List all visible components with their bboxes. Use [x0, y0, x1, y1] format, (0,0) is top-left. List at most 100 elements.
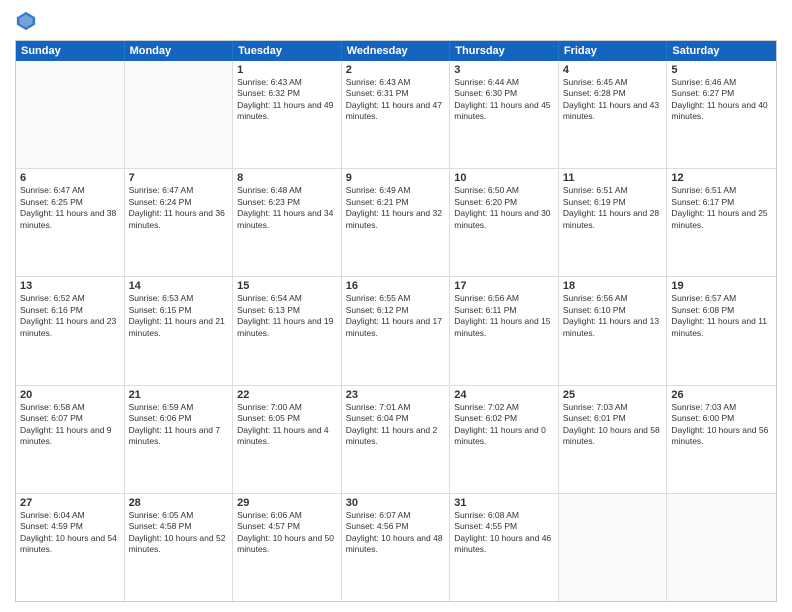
day-cell-14: 14Sunrise: 6:53 AM Sunset: 6:15 PM Dayli… — [125, 277, 234, 384]
day-info: Sunrise: 6:06 AM Sunset: 4:57 PM Dayligh… — [237, 510, 337, 556]
day-info: Sunrise: 6:04 AM Sunset: 4:59 PM Dayligh… — [20, 510, 120, 556]
day-info: Sunrise: 6:44 AM Sunset: 6:30 PM Dayligh… — [454, 77, 554, 123]
day-number: 3 — [454, 64, 554, 76]
calendar-row-4: 27Sunrise: 6:04 AM Sunset: 4:59 PM Dayli… — [16, 494, 776, 601]
day-info: Sunrise: 6:07 AM Sunset: 4:56 PM Dayligh… — [346, 510, 446, 556]
day-number: 6 — [20, 172, 120, 184]
day-info: Sunrise: 6:45 AM Sunset: 6:28 PM Dayligh… — [563, 77, 663, 123]
calendar-row-2: 13Sunrise: 6:52 AM Sunset: 6:16 PM Dayli… — [16, 277, 776, 385]
day-info: Sunrise: 6:52 AM Sunset: 6:16 PM Dayligh… — [20, 293, 120, 339]
day-info: Sunrise: 6:43 AM Sunset: 6:31 PM Dayligh… — [346, 77, 446, 123]
empty-cell — [667, 494, 776, 601]
day-info: Sunrise: 6:51 AM Sunset: 6:19 PM Dayligh… — [563, 185, 663, 231]
day-number: 17 — [454, 280, 554, 292]
day-number: 13 — [20, 280, 120, 292]
day-info: Sunrise: 6:43 AM Sunset: 6:32 PM Dayligh… — [237, 77, 337, 123]
day-cell-30: 30Sunrise: 6:07 AM Sunset: 4:56 PM Dayli… — [342, 494, 451, 601]
day-number: 15 — [237, 280, 337, 292]
day-cell-12: 12Sunrise: 6:51 AM Sunset: 6:17 PM Dayli… — [667, 169, 776, 276]
calendar-header: SundayMondayTuesdayWednesdayThursdayFrid… — [16, 41, 776, 61]
day-cell-24: 24Sunrise: 7:02 AM Sunset: 6:02 PM Dayli… — [450, 386, 559, 493]
day-cell-26: 26Sunrise: 7:03 AM Sunset: 6:00 PM Dayli… — [667, 386, 776, 493]
day-info: Sunrise: 6:57 AM Sunset: 6:08 PM Dayligh… — [671, 293, 772, 339]
header-day-friday: Friday — [559, 41, 668, 61]
day-number: 31 — [454, 497, 554, 509]
day-info: Sunrise: 6:48 AM Sunset: 6:23 PM Dayligh… — [237, 185, 337, 231]
day-number: 27 — [20, 497, 120, 509]
day-number: 20 — [20, 389, 120, 401]
day-info: Sunrise: 6:53 AM Sunset: 6:15 PM Dayligh… — [129, 293, 229, 339]
day-cell-19: 19Sunrise: 6:57 AM Sunset: 6:08 PM Dayli… — [667, 277, 776, 384]
day-cell-21: 21Sunrise: 6:59 AM Sunset: 6:06 PM Dayli… — [125, 386, 234, 493]
day-info: Sunrise: 6:47 AM Sunset: 6:25 PM Dayligh… — [20, 185, 120, 231]
day-number: 1 — [237, 64, 337, 76]
empty-cell — [125, 61, 234, 168]
day-number: 10 — [454, 172, 554, 184]
day-cell-7: 7Sunrise: 6:47 AM Sunset: 6:24 PM Daylig… — [125, 169, 234, 276]
day-cell-3: 3Sunrise: 6:44 AM Sunset: 6:30 PM Daylig… — [450, 61, 559, 168]
calendar-row-1: 6Sunrise: 6:47 AM Sunset: 6:25 PM Daylig… — [16, 169, 776, 277]
day-cell-5: 5Sunrise: 6:46 AM Sunset: 6:27 PM Daylig… — [667, 61, 776, 168]
day-info: Sunrise: 7:00 AM Sunset: 6:05 PM Dayligh… — [237, 402, 337, 448]
day-number: 5 — [671, 64, 772, 76]
empty-cell — [16, 61, 125, 168]
day-cell-17: 17Sunrise: 6:56 AM Sunset: 6:11 PM Dayli… — [450, 277, 559, 384]
day-number: 19 — [671, 280, 772, 292]
day-number: 29 — [237, 497, 337, 509]
day-number: 8 — [237, 172, 337, 184]
day-number: 4 — [563, 64, 663, 76]
day-number: 21 — [129, 389, 229, 401]
day-number: 14 — [129, 280, 229, 292]
header-day-saturday: Saturday — [667, 41, 776, 61]
header-day-tuesday: Tuesday — [233, 41, 342, 61]
calendar-row-0: 1Sunrise: 6:43 AM Sunset: 6:32 PM Daylig… — [16, 61, 776, 169]
day-info: Sunrise: 6:56 AM Sunset: 6:10 PM Dayligh… — [563, 293, 663, 339]
day-cell-15: 15Sunrise: 6:54 AM Sunset: 6:13 PM Dayli… — [233, 277, 342, 384]
day-cell-31: 31Sunrise: 6:08 AM Sunset: 4:55 PM Dayli… — [450, 494, 559, 601]
empty-cell — [559, 494, 668, 601]
calendar-body: 1Sunrise: 6:43 AM Sunset: 6:32 PM Daylig… — [16, 61, 776, 601]
day-cell-29: 29Sunrise: 6:06 AM Sunset: 4:57 PM Dayli… — [233, 494, 342, 601]
calendar: SundayMondayTuesdayWednesdayThursdayFrid… — [15, 40, 777, 602]
day-cell-18: 18Sunrise: 6:56 AM Sunset: 6:10 PM Dayli… — [559, 277, 668, 384]
day-info: Sunrise: 7:02 AM Sunset: 6:02 PM Dayligh… — [454, 402, 554, 448]
day-info: Sunrise: 6:58 AM Sunset: 6:07 PM Dayligh… — [20, 402, 120, 448]
header-day-monday: Monday — [125, 41, 234, 61]
day-info: Sunrise: 6:50 AM Sunset: 6:20 PM Dayligh… — [454, 185, 554, 231]
day-cell-1: 1Sunrise: 6:43 AM Sunset: 6:32 PM Daylig… — [233, 61, 342, 168]
day-number: 28 — [129, 497, 229, 509]
day-cell-13: 13Sunrise: 6:52 AM Sunset: 6:16 PM Dayli… — [16, 277, 125, 384]
day-number: 11 — [563, 172, 663, 184]
day-number: 7 — [129, 172, 229, 184]
day-cell-4: 4Sunrise: 6:45 AM Sunset: 6:28 PM Daylig… — [559, 61, 668, 168]
day-info: Sunrise: 6:08 AM Sunset: 4:55 PM Dayligh… — [454, 510, 554, 556]
day-cell-25: 25Sunrise: 7:03 AM Sunset: 6:01 PM Dayli… — [559, 386, 668, 493]
logo-icon — [15, 10, 37, 32]
day-cell-22: 22Sunrise: 7:00 AM Sunset: 6:05 PM Dayli… — [233, 386, 342, 493]
page: SundayMondayTuesdayWednesdayThursdayFrid… — [0, 0, 792, 612]
day-info: Sunrise: 6:49 AM Sunset: 6:21 PM Dayligh… — [346, 185, 446, 231]
day-number: 2 — [346, 64, 446, 76]
day-number: 12 — [671, 172, 772, 184]
day-cell-27: 27Sunrise: 6:04 AM Sunset: 4:59 PM Dayli… — [16, 494, 125, 601]
day-cell-11: 11Sunrise: 6:51 AM Sunset: 6:19 PM Dayli… — [559, 169, 668, 276]
day-info: Sunrise: 6:59 AM Sunset: 6:06 PM Dayligh… — [129, 402, 229, 448]
day-cell-9: 9Sunrise: 6:49 AM Sunset: 6:21 PM Daylig… — [342, 169, 451, 276]
day-number: 23 — [346, 389, 446, 401]
day-info: Sunrise: 6:55 AM Sunset: 6:12 PM Dayligh… — [346, 293, 446, 339]
header — [15, 10, 777, 32]
header-day-thursday: Thursday — [450, 41, 559, 61]
day-cell-23: 23Sunrise: 7:01 AM Sunset: 6:04 PM Dayli… — [342, 386, 451, 493]
day-cell-6: 6Sunrise: 6:47 AM Sunset: 6:25 PM Daylig… — [16, 169, 125, 276]
day-info: Sunrise: 6:05 AM Sunset: 4:58 PM Dayligh… — [129, 510, 229, 556]
day-number: 25 — [563, 389, 663, 401]
day-info: Sunrise: 6:46 AM Sunset: 6:27 PM Dayligh… — [671, 77, 772, 123]
day-cell-20: 20Sunrise: 6:58 AM Sunset: 6:07 PM Dayli… — [16, 386, 125, 493]
day-cell-10: 10Sunrise: 6:50 AM Sunset: 6:20 PM Dayli… — [450, 169, 559, 276]
day-info: Sunrise: 7:01 AM Sunset: 6:04 PM Dayligh… — [346, 402, 446, 448]
day-cell-28: 28Sunrise: 6:05 AM Sunset: 4:58 PM Dayli… — [125, 494, 234, 601]
day-cell-16: 16Sunrise: 6:55 AM Sunset: 6:12 PM Dayli… — [342, 277, 451, 384]
day-info: Sunrise: 6:51 AM Sunset: 6:17 PM Dayligh… — [671, 185, 772, 231]
day-cell-8: 8Sunrise: 6:48 AM Sunset: 6:23 PM Daylig… — [233, 169, 342, 276]
day-info: Sunrise: 6:54 AM Sunset: 6:13 PM Dayligh… — [237, 293, 337, 339]
